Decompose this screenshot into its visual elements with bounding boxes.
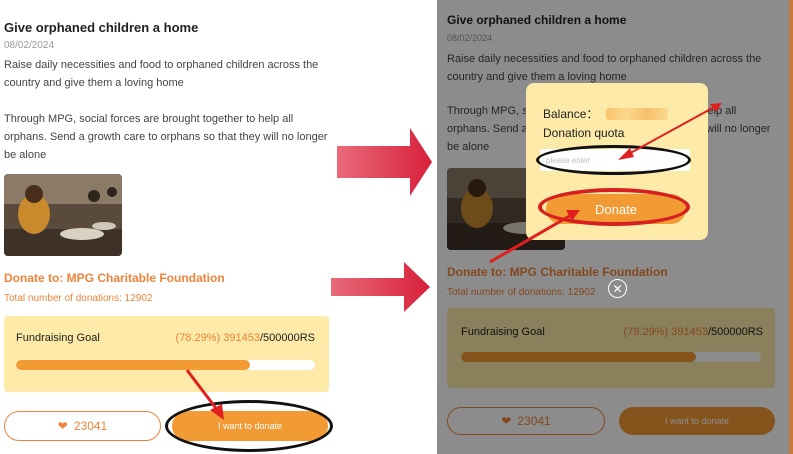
annotation-ellipse [536, 145, 691, 175]
target-amount: /500000RS [259, 332, 315, 344]
project-title: Give orphaned children a home [4, 20, 199, 35]
progress-track [16, 360, 315, 370]
project-photo [4, 174, 122, 256]
progress-fill [16, 360, 251, 370]
project-detail-before: Give orphaned children a home 08/02/2024… [0, 0, 333, 454]
beneficiary-title: Donate to: MPG Charitable Foundation [4, 271, 225, 285]
balance-row: Balance： [543, 105, 669, 122]
balance-value-redacted [606, 107, 669, 120]
annotation-ellipse [165, 400, 333, 452]
heart-icon: ❤ [57, 419, 68, 433]
fundraising-progress-text: (78.29%) 391453/500000RS [176, 332, 315, 344]
close-circle-icon[interactable]: ✕ [608, 279, 627, 298]
fundraising-goal-label: Fundraising Goal [16, 332, 100, 344]
project-detail-with-modal: Give orphaned children a home 08/02/2024… [437, 0, 793, 454]
progress-percent: (78.29%) [175, 332, 224, 344]
donation-quota-label: Donation quota [543, 126, 625, 140]
balance-label: Balance： [543, 107, 599, 121]
project-date: 08/02/2024 [4, 40, 55, 51]
raised-amount: 391453 [223, 332, 260, 344]
project-description-detail: Through MPG, social forces are brought t… [4, 113, 328, 161]
like-count: 23041 [73, 419, 108, 433]
like-button[interactable]: ❤ 23041 [4, 411, 161, 441]
big-arrow-right [331, 262, 430, 312]
big-arrow-right [337, 128, 432, 196]
fundraising-goal-panel: Fundraising Goal (78.29%) 391453/500000R… [4, 316, 329, 392]
window-edge [789, 0, 793, 454]
donation-count: Total number of donations: 12902 [4, 293, 153, 304]
annotation-ellipse-red [538, 188, 690, 226]
project-description: Raise daily necessities and food to orph… [4, 59, 319, 89]
